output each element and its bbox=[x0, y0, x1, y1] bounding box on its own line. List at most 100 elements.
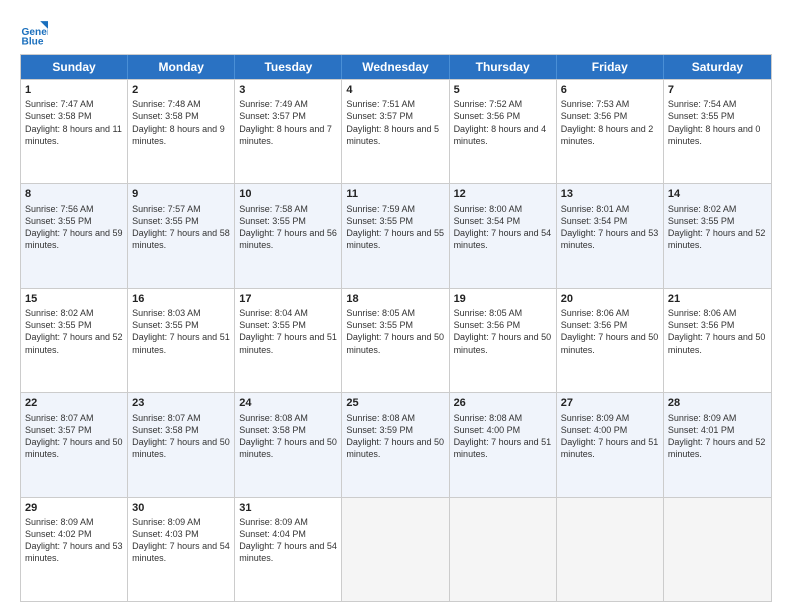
day-number: 24 bbox=[239, 396, 337, 410]
calendar-cell: 13Sunrise: 8:01 AMSunset: 3:54 PMDayligh… bbox=[557, 184, 664, 287]
day-number: 10 bbox=[239, 187, 337, 201]
day-number: 11 bbox=[346, 187, 444, 201]
cell-info: Sunrise: 8:09 AMSunset: 4:02 PMDaylight:… bbox=[25, 516, 123, 565]
day-number: 27 bbox=[561, 396, 659, 410]
cell-info: Sunrise: 8:02 AMSunset: 3:55 PMDaylight:… bbox=[668, 203, 767, 252]
calendar-cell: 18Sunrise: 8:05 AMSunset: 3:55 PMDayligh… bbox=[342, 289, 449, 392]
day-number: 18 bbox=[346, 292, 444, 306]
calendar-cell: 3Sunrise: 7:49 AMSunset: 3:57 PMDaylight… bbox=[235, 80, 342, 183]
day-number: 16 bbox=[132, 292, 230, 306]
day-number: 28 bbox=[668, 396, 767, 410]
calendar-header: SundayMondayTuesdayWednesdayThursdayFrid… bbox=[21, 55, 771, 79]
page: General Blue SundayMondayTuesdayWednesda… bbox=[0, 0, 792, 612]
cell-info: Sunrise: 7:48 AMSunset: 3:58 PMDaylight:… bbox=[132, 98, 230, 147]
cell-info: Sunrise: 8:08 AMSunset: 3:58 PMDaylight:… bbox=[239, 412, 337, 461]
day-number: 20 bbox=[561, 292, 659, 306]
calendar-row: 8Sunrise: 7:56 AMSunset: 3:55 PMDaylight… bbox=[21, 183, 771, 287]
cell-info: Sunrise: 7:58 AMSunset: 3:55 PMDaylight:… bbox=[239, 203, 337, 252]
cell-info: Sunrise: 7:53 AMSunset: 3:56 PMDaylight:… bbox=[561, 98, 659, 147]
calendar-cell: 27 Sunrise: 8:09 AMSunset: 4:00 PMDayligh… bbox=[557, 393, 664, 496]
calendar-cell-empty bbox=[450, 498, 557, 601]
cell-info: Sunrise: 8:05 AMSunset: 3:55 PMDaylight:… bbox=[346, 307, 444, 356]
day-number: 2 bbox=[132, 83, 230, 97]
header-day: Monday bbox=[128, 55, 235, 79]
cell-info: Sunrise: 8:00 AMSunset: 3:54 PMDaylight:… bbox=[454, 203, 552, 252]
cell-info: Sunrise: 7:56 AMSunset: 3:55 PMDaylight:… bbox=[25, 203, 123, 252]
calendar-cell: 2Sunrise: 7:48 AMSunset: 3:58 PMDaylight… bbox=[128, 80, 235, 183]
header: General Blue bbox=[20, 18, 772, 46]
day-number: 1 bbox=[25, 83, 123, 97]
cell-info: Sunrise: 8:08 AMSunset: 3:59 PMDaylight:… bbox=[346, 412, 444, 461]
cell-info: Sunrise: 8:05 AMSunset: 3:56 PMDaylight:… bbox=[454, 307, 552, 356]
calendar-row: 29Sunrise: 8:09 AMSunset: 4:02 PMDayligh… bbox=[21, 497, 771, 601]
header-day: Wednesday bbox=[342, 55, 449, 79]
cell-info: Sunrise: 7:59 AMSunset: 3:55 PMDaylight:… bbox=[346, 203, 444, 252]
cell-info: Sunrise: 8:08 AMSunset: 4:00 PMDaylight:… bbox=[454, 412, 552, 461]
calendar-cell: 6Sunrise: 7:53 AMSunset: 3:56 PMDaylight… bbox=[557, 80, 664, 183]
calendar-cell: 29Sunrise: 8:09 AMSunset: 4:02 PMDayligh… bbox=[21, 498, 128, 601]
cell-info: Sunrise: 8:09 AMSunset: 4:03 PMDaylight:… bbox=[132, 516, 230, 565]
calendar-cell: 4Sunrise: 7:51 AMSunset: 3:57 PMDaylight… bbox=[342, 80, 449, 183]
cell-info: Sunrise: 7:52 AMSunset: 3:56 PMDaylight:… bbox=[454, 98, 552, 147]
logo-icon: General Blue bbox=[20, 18, 48, 46]
cell-info: Sunrise: 8:09 AMSunset: 4:01 PMDaylight:… bbox=[668, 412, 767, 461]
cell-info: Sunrise: 8:07 AMSunset: 3:58 PMDaylight:… bbox=[132, 412, 230, 461]
day-number: 22 bbox=[25, 396, 123, 410]
day-number: 9 bbox=[132, 187, 230, 201]
day-number: 15 bbox=[25, 292, 123, 306]
calendar-cell: 1Sunrise: 7:47 AMSunset: 3:58 PMDaylight… bbox=[21, 80, 128, 183]
svg-text:Blue: Blue bbox=[22, 36, 44, 46]
calendar-cell: 23 Sunrise: 8:07 AMSunset: 3:58 PMDayligh… bbox=[128, 393, 235, 496]
calendar-cell: 31Sunrise: 8:09 AMSunset: 4:04 PMDayligh… bbox=[235, 498, 342, 601]
calendar-cell: 5Sunrise: 7:52 AMSunset: 3:56 PMDaylight… bbox=[450, 80, 557, 183]
calendar-row: 1Sunrise: 7:47 AMSunset: 3:58 PMDaylight… bbox=[21, 79, 771, 183]
cell-info: Sunrise: 7:57 AMSunset: 3:55 PMDaylight:… bbox=[132, 203, 230, 252]
day-number: 25 bbox=[346, 396, 444, 410]
calendar-cell: 11 Sunrise: 7:59 AMSunset: 3:55 PMDayligh… bbox=[342, 184, 449, 287]
calendar: SundayMondayTuesdayWednesdayThursdayFrid… bbox=[20, 54, 772, 602]
calendar-row: 15Sunrise: 8:02 AMSunset: 3:55 PMDayligh… bbox=[21, 288, 771, 392]
calendar-cell: 12 Sunrise: 8:00 AMSunset: 3:54 PMDayligh… bbox=[450, 184, 557, 287]
cell-info: Sunrise: 8:04 AMSunset: 3:55 PMDaylight:… bbox=[239, 307, 337, 356]
calendar-cell: 9 Sunrise: 7:57 AMSunset: 3:55 PMDaylight… bbox=[128, 184, 235, 287]
calendar-cell: 22 Sunrise: 8:07 AMSunset: 3:57 PMDayligh… bbox=[21, 393, 128, 496]
cell-info: Sunrise: 7:51 AMSunset: 3:57 PMDaylight:… bbox=[346, 98, 444, 147]
calendar-cell: 19Sunrise: 8:05 AMSunset: 3:56 PMDayligh… bbox=[450, 289, 557, 392]
day-number: 6 bbox=[561, 83, 659, 97]
day-number: 21 bbox=[668, 292, 767, 306]
calendar-cell-empty bbox=[664, 498, 771, 601]
calendar-cell: 10 Sunrise: 7:58 AMSunset: 3:55 PMDayligh… bbox=[235, 184, 342, 287]
day-number: 14 bbox=[668, 187, 767, 201]
calendar-cell: 25 Sunrise: 8:08 AMSunset: 3:59 PMDayligh… bbox=[342, 393, 449, 496]
cell-info: Sunrise: 8:03 AMSunset: 3:55 PMDaylight:… bbox=[132, 307, 230, 356]
cell-info: Sunrise: 8:07 AMSunset: 3:57 PMDaylight:… bbox=[25, 412, 123, 461]
calendar-cell: 26 Sunrise: 8:08 AMSunset: 4:00 PMDayligh… bbox=[450, 393, 557, 496]
header-day: Friday bbox=[557, 55, 664, 79]
calendar-cell: 28 Sunrise: 8:09 AMSunset: 4:01 PMDayligh… bbox=[664, 393, 771, 496]
cell-info: Sunrise: 7:47 AMSunset: 3:58 PMDaylight:… bbox=[25, 98, 123, 147]
calendar-cell: 21Sunrise: 8:06 AMSunset: 3:56 PMDayligh… bbox=[664, 289, 771, 392]
header-day: Saturday bbox=[664, 55, 771, 79]
calendar-cell: 8Sunrise: 7:56 AMSunset: 3:55 PMDaylight… bbox=[21, 184, 128, 287]
calendar-cell-empty bbox=[342, 498, 449, 601]
day-number: 3 bbox=[239, 83, 337, 97]
day-number: 26 bbox=[454, 396, 552, 410]
day-number: 7 bbox=[668, 83, 767, 97]
day-number: 12 bbox=[454, 187, 552, 201]
header-day: Thursday bbox=[450, 55, 557, 79]
day-number: 4 bbox=[346, 83, 444, 97]
day-number: 23 bbox=[132, 396, 230, 410]
calendar-body: 1Sunrise: 7:47 AMSunset: 3:58 PMDaylight… bbox=[21, 79, 771, 601]
calendar-cell: 15Sunrise: 8:02 AMSunset: 3:55 PMDayligh… bbox=[21, 289, 128, 392]
calendar-cell: 14 Sunrise: 8:02 AMSunset: 3:55 PMDayligh… bbox=[664, 184, 771, 287]
calendar-cell: 24 Sunrise: 8:08 AMSunset: 3:58 PMDayligh… bbox=[235, 393, 342, 496]
day-number: 29 bbox=[25, 501, 123, 515]
cell-info: Sunrise: 8:09 AMSunset: 4:00 PMDaylight:… bbox=[561, 412, 659, 461]
day-number: 5 bbox=[454, 83, 552, 97]
calendar-cell: 16Sunrise: 8:03 AMSunset: 3:55 PMDayligh… bbox=[128, 289, 235, 392]
calendar-cell: 7Sunrise: 7:54 AMSunset: 3:55 PMDaylight… bbox=[664, 80, 771, 183]
calendar-cell: 20Sunrise: 8:06 AMSunset: 3:56 PMDayligh… bbox=[557, 289, 664, 392]
cell-info: Sunrise: 8:06 AMSunset: 3:56 PMDaylight:… bbox=[668, 307, 767, 356]
calendar-cell: 30Sunrise: 8:09 AMSunset: 4:03 PMDayligh… bbox=[128, 498, 235, 601]
logo: General Blue bbox=[20, 18, 52, 46]
